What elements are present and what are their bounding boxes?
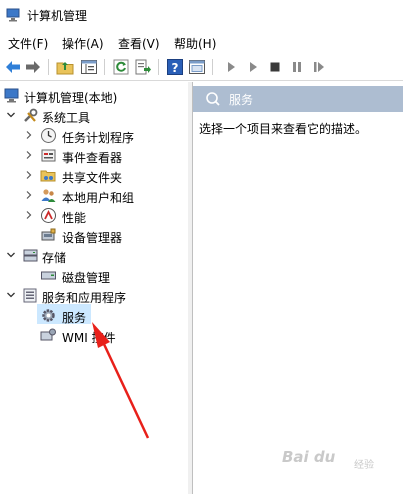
chevron-right-icon[interactable] [24, 130, 34, 140]
chevron-right-icon[interactable] [24, 170, 34, 180]
tree-item-storage[interactable]: 存储 [0, 246, 188, 266]
details-header: 服务 [193, 86, 403, 112]
play-icon[interactable] [222, 58, 240, 76]
tree-item-local-users[interactable]: 本地用户和组 [0, 186, 188, 206]
toolbar-separator [48, 59, 49, 75]
gear-icon [42, 309, 55, 322]
tree-label-services: 服务 [62, 311, 87, 325]
svg-text:?: ? [172, 61, 179, 75]
device-manager-icon [41, 228, 56, 241]
tree-item-disk-management[interactable]: 磁盘管理 [0, 266, 188, 286]
clock-icon [41, 128, 56, 143]
menu-file[interactable]: 文件(F) [8, 35, 48, 52]
chevron-right-icon[interactable] [24, 210, 34, 220]
tree-label-shared-folders: 共享文件夹 [62, 171, 123, 185]
refresh-icon[interactable] [112, 58, 130, 76]
tree-item-root[interactable]: 计算机管理(本地) [0, 86, 188, 106]
chevron-down-icon[interactable] [6, 250, 16, 260]
performance-icon [41, 208, 56, 223]
details-description: 选择一个项目来查看它的描述。 [199, 122, 368, 136]
help-icon[interactable]: ? [166, 58, 184, 76]
menu-action[interactable]: 操作(A) [62, 35, 104, 52]
chevron-down-icon[interactable] [6, 290, 16, 300]
chevron-down-icon[interactable] [6, 110, 16, 120]
tree-label-task-scheduler: 任务计划程序 [62, 131, 135, 145]
tree-item-wmi[interactable]: WMI 控件 [0, 326, 188, 346]
toolbar: ? [0, 54, 403, 81]
tree-item-task-scheduler[interactable]: 任务计划程序 [0, 126, 188, 146]
restart-icon[interactable] [310, 58, 328, 76]
storage-icon [23, 249, 38, 262]
properties-icon[interactable] [188, 58, 206, 76]
event-log-icon [41, 149, 56, 162]
tree-label-local-users: 本地用户和组 [62, 191, 135, 205]
tree-item-shared-folders[interactable]: 共享文件夹 [0, 166, 188, 186]
tree-label-storage: 存储 [42, 251, 67, 265]
up-folder-icon[interactable] [56, 58, 74, 76]
toolbar-separator [104, 59, 105, 75]
stop-icon[interactable] [266, 58, 284, 76]
tree-item-system-tools[interactable]: 系统工具 [0, 106, 188, 126]
menu-view[interactable]: 查看(V) [118, 35, 160, 52]
users-icon [41, 189, 56, 202]
shared-folder-icon [40, 170, 56, 182]
chevron-right-icon[interactable] [24, 190, 34, 200]
show-hide-tree-icon[interactable] [80, 58, 98, 76]
chevron-right-icon[interactable] [24, 150, 34, 160]
disk-icon [41, 271, 56, 280]
tree-item-services-apps[interactable]: 服务和应用程序 [0, 286, 188, 306]
back-icon[interactable] [4, 58, 22, 76]
tree-item-device-manager[interactable]: 设备管理器 [0, 226, 188, 246]
computer-management-icon [6, 8, 20, 22]
tree-label-system-tools: 系统工具 [42, 111, 91, 125]
tree-label-root: 计算机管理(本地) [24, 91, 118, 105]
toolbar-separator [158, 59, 159, 75]
menu-help[interactable]: 帮助(H) [174, 35, 216, 52]
tools-icon [24, 108, 38, 122]
watermark-sub: 经验 [354, 460, 374, 471]
search-icon [206, 92, 220, 106]
details-pane: 服务 选择一个项目来查看它的描述。 [193, 82, 403, 494]
forward-icon[interactable] [24, 58, 42, 76]
tree-label-services-apps: 服务和应用程序 [42, 291, 127, 305]
title-bar: 计算机管理 [0, 0, 403, 30]
menu-bar: 文件(F) 操作(A) 查看(V) 帮助(H) [0, 32, 403, 54]
computer-management-icon [4, 88, 19, 103]
watermark-logo: Bai du [282, 448, 336, 466]
toolbar-separator [212, 59, 213, 75]
tree-label-device-manager: 设备管理器 [62, 231, 123, 245]
export-icon[interactable] [134, 58, 152, 76]
tree-label-event-viewer: 事件查看器 [62, 151, 123, 165]
tree-item-event-viewer[interactable]: 事件查看器 [0, 146, 188, 166]
pause-icon[interactable] [288, 58, 306, 76]
window-title: 计算机管理 [27, 9, 88, 23]
play-alt-icon[interactable] [244, 58, 262, 76]
tree-label-wmi: WMI 控件 [62, 331, 116, 345]
tree-item-services[interactable]: 服务 [0, 306, 188, 326]
wmi-control-icon [40, 328, 56, 341]
tree-label-performance: 性能 [62, 211, 87, 225]
tree-label-disk-management: 磁盘管理 [62, 271, 111, 285]
tree-item-performance[interactable]: 性能 [0, 206, 188, 226]
services-apps-icon [23, 288, 37, 303]
details-header-title: 服务 [229, 93, 254, 107]
navigation-tree: 计算机管理(本地) 系统工具 任务计划程序 事件查看器 共享文件夹 本地用户和组… [0, 82, 189, 494]
